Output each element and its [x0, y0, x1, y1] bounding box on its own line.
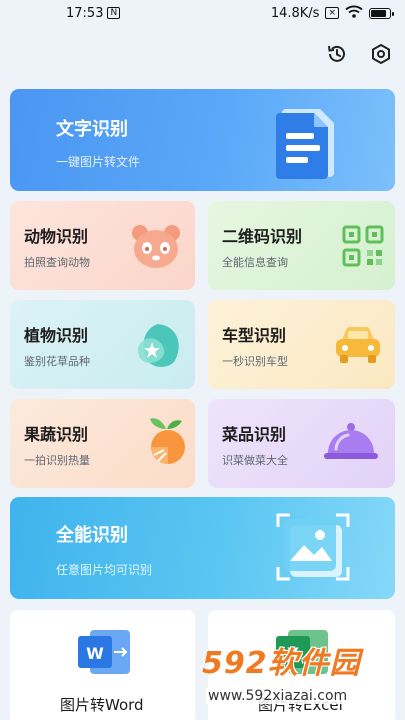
image-to-word-card[interactable]: W 图片转Word	[10, 610, 195, 720]
word-icon-letter: W	[86, 644, 104, 663]
history-icon[interactable]	[325, 42, 349, 66]
orange-icon	[142, 415, 192, 471]
card-title: 二维码识别	[222, 227, 303, 246]
car-recognition-card[interactable]: 车型识别 一秒识别车型	[208, 300, 395, 389]
sim-status-icon: ×	[325, 7, 339, 19]
dish-cover-icon	[322, 421, 380, 467]
word-icon: W	[76, 628, 132, 680]
image-scan-icon	[276, 513, 350, 587]
fruit-recognition-card[interactable]: 果蔬识别 一拍识别热量	[10, 399, 195, 488]
dish-recognition-card[interactable]: 菜品识别 识菜做菜大全	[208, 399, 395, 488]
all-recognition-card[interactable]: 全能识别 任意图片均可识别	[10, 497, 395, 599]
card-title: 植物识别	[24, 326, 89, 345]
card-subtitle: 鉴别花草品种	[24, 355, 90, 368]
wifi-icon	[345, 5, 363, 22]
car-icon	[332, 324, 384, 370]
document-icon	[268, 103, 348, 187]
status-time: 17:53	[66, 5, 104, 21]
card-title: 果蔬识别	[24, 425, 89, 444]
card-subtitle: 一秒识别车型	[222, 355, 288, 368]
card-title: 动物识别	[24, 227, 89, 246]
text-recognition-card[interactable]: 文字识别 一键图片转文件	[10, 89, 395, 191]
qrcode-icon	[342, 225, 384, 271]
card-title: 全能识别	[56, 525, 128, 546]
watermark-text: 592软件园	[202, 646, 361, 681]
status-right: 14.8K/s ×	[270, 5, 394, 22]
card-subtitle: 一拍识别热量	[24, 454, 90, 467]
card-subtitle: 一键图片转文件	[56, 155, 141, 169]
top-actions	[325, 42, 393, 66]
card-title: 菜品识别	[222, 425, 287, 444]
card-subtitle: 任意图片均可识别	[56, 563, 153, 577]
battery-icon	[369, 7, 394, 19]
panda-icon	[130, 223, 182, 275]
status-bar: 17:53 N 14.8K/s ×	[0, 0, 405, 26]
site-watermark: 592软件园 www.592xiazai.com	[196, 638, 401, 718]
animal-recognition-card[interactable]: 动物识别 拍照查询动物	[10, 201, 195, 290]
card-title: 车型识别	[222, 326, 287, 345]
status-left: 17:53 N	[66, 5, 121, 21]
watermark-url: www.592xiazai.com	[206, 688, 350, 704]
image-to-word-label: 图片转Word	[60, 696, 144, 714]
qrcode-recognition-card[interactable]: 二维码识别 全能信息查询	[208, 201, 395, 290]
settings-icon[interactable]	[369, 42, 393, 66]
card-title: 文字识别	[56, 119, 128, 140]
notification-badge-icon: N	[107, 7, 121, 19]
network-speed: 14.8K/s	[270, 5, 320, 21]
card-subtitle: 拍照查询动物	[24, 256, 90, 269]
card-subtitle: 识菜做菜大全	[222, 454, 288, 467]
leaf-icon	[130, 320, 184, 376]
card-subtitle: 全能信息查询	[222, 256, 288, 269]
plant-recognition-card[interactable]: 植物识别 鉴别花草品种	[10, 300, 195, 389]
